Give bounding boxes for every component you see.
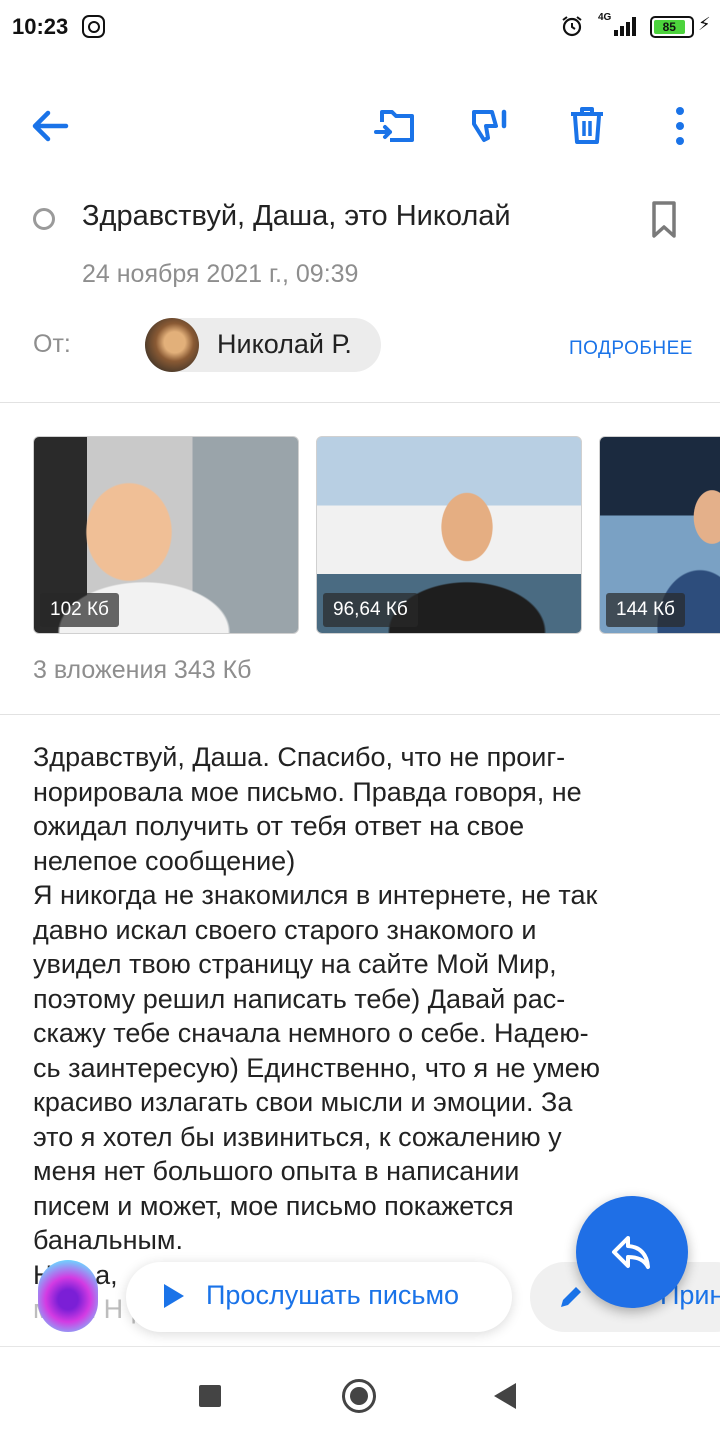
- alarm-icon: [562, 16, 582, 37]
- attachment-size: 96,64 Кб: [323, 593, 418, 627]
- body-line: это я хотел бы извиниться, к сожалению у: [33, 1121, 562, 1152]
- back-icon[interactable]: [494, 1383, 516, 1409]
- bookmark-icon[interactable]: [650, 200, 678, 240]
- system-nav-bar: [0, 1346, 720, 1440]
- attachment-size: 102 Кб: [40, 593, 119, 627]
- body-line: скажу тебе сначала немного о себе. Надею…: [33, 1018, 589, 1048]
- listen-label: Прослушать письмо: [206, 1280, 460, 1310]
- divider: [0, 402, 720, 403]
- body-line: меня нет большого опыта в написании: [33, 1156, 520, 1186]
- spam-icon[interactable]: [466, 102, 514, 150]
- battery-level: 85: [654, 20, 685, 34]
- read-status-toggle[interactable]: [33, 208, 55, 230]
- attachment-thumbnail[interactable]: 144 Кб: [599, 436, 720, 634]
- delete-icon[interactable]: [563, 102, 611, 150]
- message-toolbar: [0, 90, 720, 170]
- reply-icon: [612, 1236, 650, 1269]
- body-line: ожидал получить от тебя ответ на свое: [33, 811, 525, 841]
- home-icon[interactable]: [342, 1379, 376, 1413]
- attachment-thumbnail[interactable]: 96,64 Кб: [316, 436, 582, 634]
- body-line: красиво излагать свои мысли и эмоции. За: [33, 1087, 573, 1117]
- body-line: поэтому решил написать тебе) Давай рас-: [33, 983, 566, 1014]
- body-line: Здравствуй, Даша. Спасибо, что не проиг-: [33, 742, 566, 772]
- charging-icon: ⚡: [698, 14, 711, 34]
- body-line: нелепое сообщение): [33, 845, 296, 876]
- listen-button[interactable]: Прослушать письмо: [126, 1262, 512, 1332]
- from-label: От:: [33, 330, 71, 358]
- body-line: сь заинтересую) Единственно, что я не ум…: [33, 1052, 601, 1083]
- body-line: давно искал своего старого знакомого и: [33, 914, 537, 945]
- more-menu-icon[interactable]: [656, 102, 704, 150]
- message-subject: Здравствуй, Даша, это Николай: [82, 200, 511, 232]
- divider: [0, 714, 720, 715]
- body-line: норировала мое письмо. Правда говоря, не: [33, 776, 582, 807]
- avatar: [145, 318, 199, 372]
- status-time: 10:23: [12, 14, 69, 39]
- play-icon: [164, 1284, 184, 1308]
- attachments-summary: 3 вложения 343 Кб: [33, 656, 252, 684]
- status-bar: 10:23 4G 85 ⚡: [0, 0, 720, 56]
- signal-icon: [614, 17, 636, 36]
- body-line: увидел твою страницу на сайте Мой Мир,: [33, 949, 557, 979]
- details-link[interactable]: ПОДРОБНЕЕ: [569, 338, 693, 360]
- sender-chip[interactable]: Николай Р.: [145, 318, 381, 372]
- pencil-icon: [561, 1287, 581, 1307]
- reply-button[interactable]: [576, 1196, 688, 1308]
- instagram-icon: [82, 15, 105, 38]
- body-line: Я никогда не знакомился в интернете, не …: [33, 880, 598, 910]
- attachment-thumbnail[interactable]: 102 Кб: [33, 436, 299, 634]
- network-type: 4G: [598, 12, 612, 23]
- recent-apps-icon[interactable]: [199, 1385, 221, 1407]
- move-to-folder-icon[interactable]: [372, 102, 420, 150]
- attachment-size: 144 Кб: [606, 593, 685, 627]
- battery-icon: 85: [650, 16, 694, 38]
- voice-assistant-icon[interactable]: [38, 1260, 98, 1332]
- message-date: 24 ноября 2021 г., 09:39: [82, 260, 359, 288]
- sender-name: Николай Р.: [217, 329, 352, 359]
- back-arrow-icon[interactable]: [26, 102, 74, 150]
